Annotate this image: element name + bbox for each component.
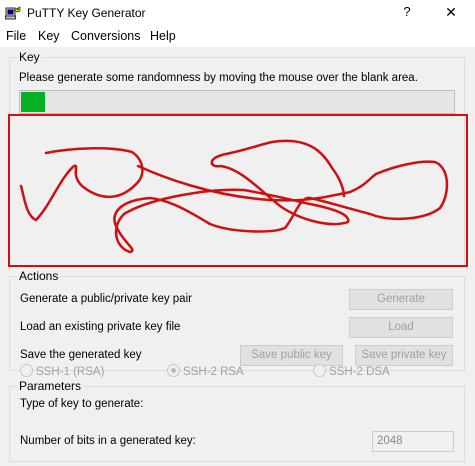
randomness-progress-bar (19, 90, 455, 114)
mouse-trail-scribble (19, 139, 449, 254)
menu-conversions[interactable]: Conversions (71, 29, 140, 43)
radio-ssh2-dsa-label: SSH-2 DSA (329, 366, 390, 378)
close-button[interactable]: ✕ (441, 4, 461, 21)
load-description: Load an existing private key file (20, 321, 181, 333)
mouse-randomness-area[interactable] (8, 114, 468, 267)
menu-file[interactable]: File (6, 29, 26, 43)
randomness-instruction: Please generate some randomness by movin… (19, 72, 418, 84)
bits-label: Number of bits in a generated key: (20, 435, 196, 447)
radio-ssh1-rsa-label: SSH-1 (RSA) (36, 366, 105, 378)
load-button[interactable]: Load (349, 317, 453, 338)
radio-ssh2-dsa[interactable]: SSH-2 DSA (313, 364, 390, 378)
generate-button[interactable]: Generate (349, 289, 453, 310)
radio-button-circle (20, 364, 33, 377)
key-type-label: Type of key to generate: (20, 398, 144, 410)
bits-input[interactable]: 2048 (372, 431, 454, 452)
menu-bar: File Key Conversions Help (0, 28, 475, 47)
radio-button-circle (313, 364, 326, 377)
menu-help[interactable]: Help (150, 29, 176, 43)
key-group-label: Key (17, 50, 42, 64)
save-private-key-button[interactable]: Save private key (355, 345, 453, 366)
radio-ssh1-rsa[interactable]: SSH-1 (RSA) (20, 364, 104, 378)
radio-ssh2-rsa-label: SSH-2 RSA (183, 366, 244, 378)
radio-ssh2-rsa[interactable]: SSH-2 RSA (167, 364, 244, 378)
window-title: PuTTY Key Generator (27, 6, 146, 20)
menu-key[interactable]: Key (38, 29, 60, 43)
help-button[interactable]: ? (397, 4, 417, 19)
progress-fill (21, 92, 45, 112)
radio-button-circle-selected (167, 364, 180, 377)
parameters-group-label: Parameters (17, 379, 84, 393)
client-area: Key Please generate some randomness by m… (0, 47, 475, 466)
title-bar: PuTTY Key Generator ? ✕ (0, 0, 475, 28)
putty-app-icon (5, 5, 21, 21)
actions-group-label: Actions (17, 269, 61, 283)
generate-description: Generate a public/private key pair (20, 293, 192, 305)
save-description: Save the generated key (20, 349, 142, 361)
save-public-key-button[interactable]: Save public key (240, 345, 343, 366)
